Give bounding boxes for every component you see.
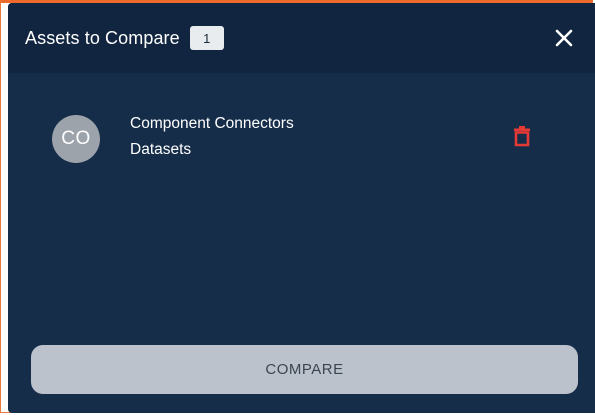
panel-title: Assets to Compare bbox=[25, 27, 180, 48]
close-button[interactable] bbox=[553, 27, 575, 49]
asset-count-badge: 1 bbox=[189, 26, 224, 50]
delete-asset-button[interactable] bbox=[513, 125, 531, 147]
asset-name-line-1: Component Connectors bbox=[130, 115, 294, 132]
asset-name-line-2: Datasets bbox=[130, 141, 192, 158]
compare-assets-panel: Assets to Compare 1 CO Component Connect… bbox=[8, 3, 595, 413]
asset-list-item: CO Component Connectors Datasets bbox=[52, 111, 542, 171]
compare-button[interactable]: COMPARE bbox=[31, 345, 578, 394]
asset-name: Component Connectors Datasets bbox=[130, 111, 430, 163]
trash-icon bbox=[514, 126, 530, 147]
close-icon bbox=[555, 29, 573, 47]
avatar: CO bbox=[52, 115, 100, 163]
panel-header: Assets to Compare 1 bbox=[8, 3, 595, 73]
